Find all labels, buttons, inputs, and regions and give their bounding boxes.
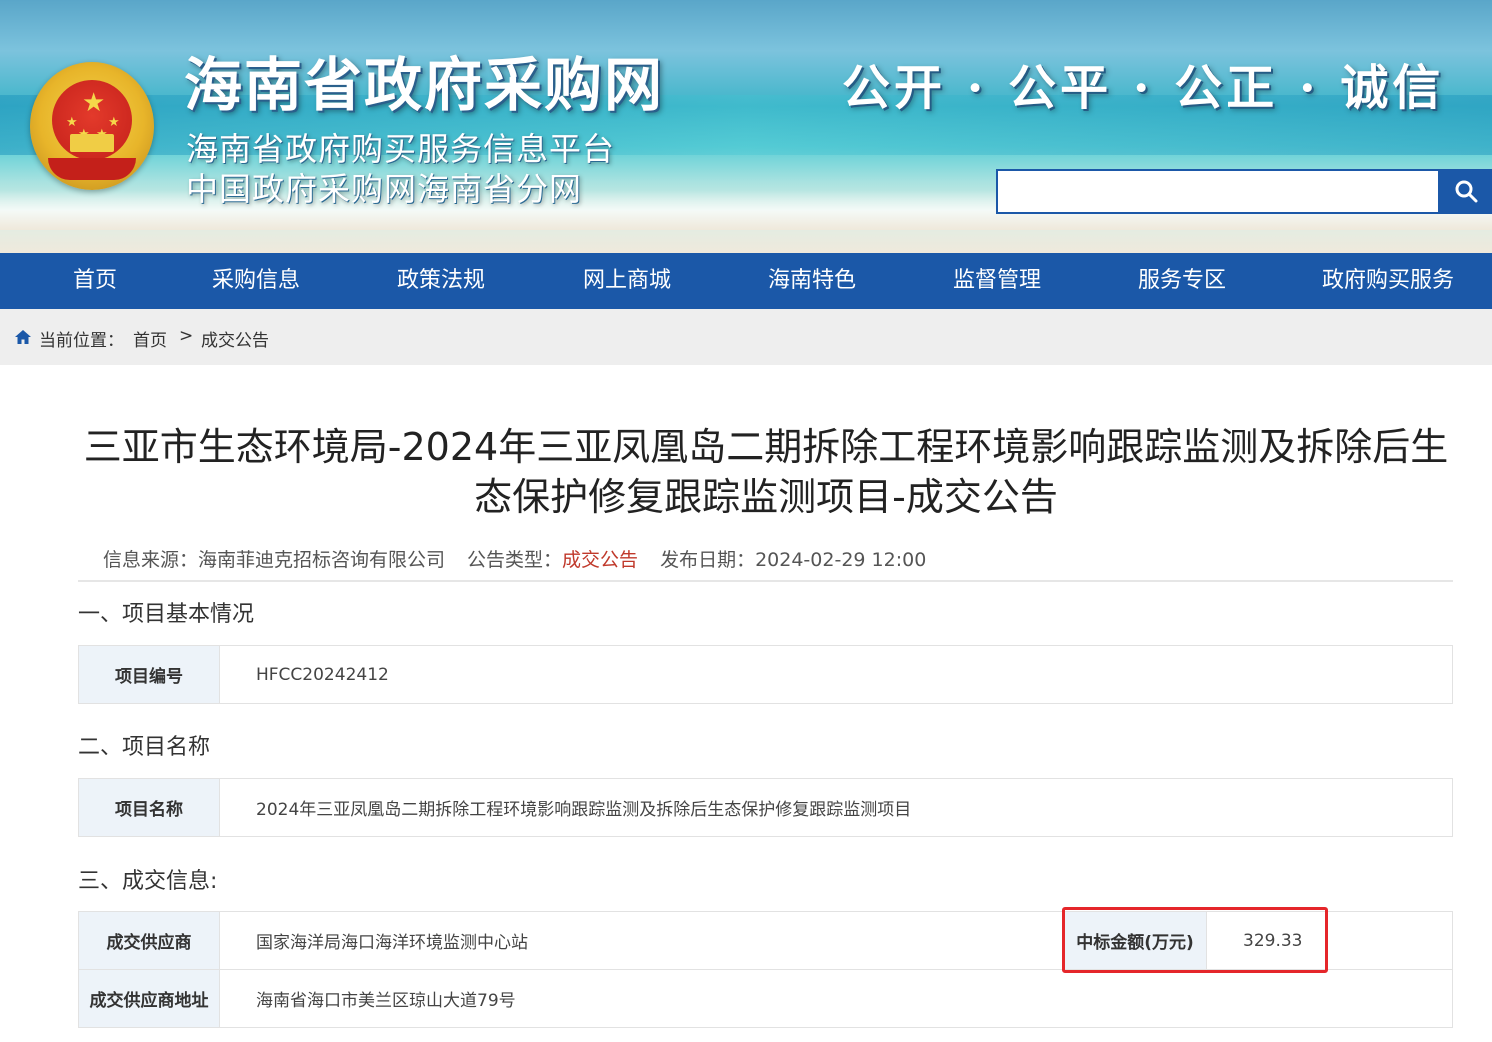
nav-item-service-zone[interactable]: 服务专区 [1138,253,1226,309]
breadcrumb: 当前位置： 首页 > 成交公告 [0,309,1492,365]
date-label: 发布日期： [660,549,756,571]
search-input[interactable] [996,169,1440,214]
header-banner: ★ ★ ★ ★ ★ 海南省政府采购网 海南省政府购买服务信息平台 中国政府采购网… [0,0,1492,253]
type-label: 公告类型： [467,549,563,571]
section-heading-name: 二、项目名称 [78,735,211,760]
date-value: 2024-02-29 12:00 [755,549,927,571]
supplier-address-label: 成交供应商地址 [78,969,220,1028]
supplier-value: 国家海洋局海口海洋环境监测中心站 [219,911,1064,970]
home-icon [15,330,31,344]
table-row: 成交供应商地址 海南省海口市美兰区琼山大道79号 [78,969,1453,1028]
search-icon [1455,180,1478,203]
supplier-label: 成交供应商 [78,911,220,970]
supplier-address-value: 海南省海口市美兰区琼山大道79号 [219,969,1453,1028]
project-name-label: 项目名称 [78,778,220,837]
type-value: 成交公告 [562,549,639,571]
table-row: 成交供应商 国家海洋局海口海洋环境监测中心站 中标金额(万元) 329.33 [78,911,1453,970]
main-nav: 首页 采购信息 政策法规 网上商城 海南特色 监督管理 服务专区 政府购买服务 [0,253,1492,309]
project-name-table: 项目名称 2024年三亚凤凰岛二期拆除工程环境影响跟踪监测及拆除后生态保护修复跟… [78,778,1453,837]
basic-info-table: 项目编号 HFCC20242412 [78,645,1453,704]
project-number-label: 项目编号 [78,645,220,704]
nav-item-hainan-feature[interactable]: 海南特色 [768,253,856,309]
site-slogan: 公开 · 公平 · 公正 · 诚信 [842,60,1445,116]
section-heading-basic: 一、项目基本情况 [78,602,255,627]
site-subtitle-2: 中国政府采购网海南省分网 [186,170,583,208]
nav-item-home[interactable]: 首页 [73,253,117,309]
source-value: 海南菲迪克招标咨询有限公司 [198,549,446,571]
nav-item-supervision[interactable]: 监督管理 [953,253,1041,309]
project-name-value: 2024年三亚凤凰岛二期拆除工程环境影响跟踪监测及拆除后生态保护修复跟踪监测项目 [219,778,1453,837]
deal-info-table: 成交供应商 国家海洋局海口海洋环境监测中心站 中标金额(万元) 329.33 成… [78,911,1453,1028]
national-emblem-icon: ★ ★ ★ ★ ★ [30,62,154,190]
breadcrumb-current: 成交公告 [201,331,269,351]
nav-item-mall[interactable]: 网上商城 [583,253,671,309]
project-number-value: HFCC20242412 [219,645,1453,704]
article-title: 三亚市生态环境局-2024年三亚凤凰岛二期拆除工程环境影响跟踪监测及拆除后生态保… [83,425,1449,519]
site-title: 海南省政府采购网 [184,51,665,119]
article-meta: 信息来源：海南菲迪克招标咨询有限公司 公告类型：成交公告 发布日期：2024-02-… [103,545,926,572]
section-heading-deal: 三、成交信息: [78,869,218,894]
amount-label: 中标金额(万元) [1063,911,1207,970]
breadcrumb-separator: > [179,326,194,346]
table-row: 项目编号 HFCC20242412 [78,645,1453,704]
nav-item-gov-purchase-service[interactable]: 政府购买服务 [1322,253,1454,309]
nav-item-procurement[interactable]: 采购信息 [212,253,300,309]
breadcrumb-prefix: 当前位置： [39,331,124,351]
table-row: 项目名称 2024年三亚凤凰岛二期拆除工程环境影响跟踪监测及拆除后生态保护修复跟… [78,778,1453,837]
nav-item-policy[interactable]: 政策法规 [397,253,485,309]
amount-value: 329.33 [1206,911,1453,970]
breadcrumb-home-link[interactable]: 首页 [133,326,167,351]
divider [78,580,1453,582]
source-label: 信息来源： [103,549,199,571]
search-button[interactable] [1440,169,1492,214]
